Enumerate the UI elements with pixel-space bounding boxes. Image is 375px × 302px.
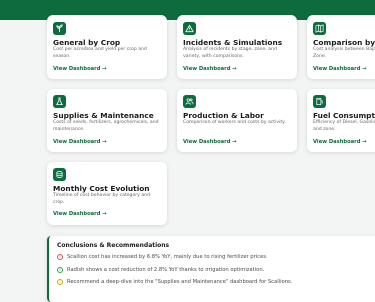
card-description: Costs of seeds, fertilizers, agrochemica… <box>53 120 159 132</box>
dashboard-card-supplies-maintenance[interactable]: Supplies & Maintenance Costs of seeds, f… <box>47 89 167 152</box>
conclusion-item: i Recommend a deep-dive into the "Suppli… <box>57 278 292 286</box>
card-description: Efficiency of Diesel, Gasoline and zone. <box>313 120 375 132</box>
conclusion-item: ✓ Radish shows a cost reduction of 2.8% … <box>57 266 264 274</box>
dashboard-card-incidents-simulations[interactable]: Incidents & Simulations Analysis of inci… <box>177 15 297 79</box>
card-description: Timeline of cost behavior by category an… <box>53 193 150 205</box>
card-title: General by Crop <box>53 38 121 47</box>
dashboard-card-fuel-consumption[interactable]: Fuel Consumptic Efficiency of Diesel, Ga… <box>307 89 375 152</box>
conclusions-title: Conclusions & Recommendations <box>57 242 170 249</box>
view-dashboard-link[interactable]: View Dashboard → <box>183 66 237 72</box>
coins-icon <box>53 168 66 181</box>
dashboard-card-production-labor[interactable]: Production & Labor Comparison of workers… <box>177 89 297 152</box>
view-dashboard-link[interactable]: View Dashboard → <box>313 139 367 145</box>
card-description: Cost per acre/box and yield per crop and… <box>53 47 147 59</box>
conclusions-panel: Conclusions & Recommendations ! Scallion… <box>47 236 375 302</box>
dashboard-card-general-by-crop[interactable]: General by Crop Cost per acre/box and yi… <box>47 15 167 79</box>
card-description: Cost analysis between Baja Zone. <box>313 47 375 59</box>
card-title: Incidents & Simulations <box>183 38 283 47</box>
conclusion-item: ! Scallion cost has increased by 6.8% Yo… <box>57 253 268 261</box>
map-icon <box>313 22 326 35</box>
view-dashboard-link[interactable]: View Dashboard → <box>313 66 367 72</box>
view-dashboard-link[interactable]: View Dashboard → <box>53 211 107 217</box>
view-dashboard-link[interactable]: View Dashboard → <box>183 139 237 145</box>
card-description: Comparison of workers and costs by activ… <box>183 120 286 125</box>
conclusion-text: Scallion cost has increased by 6.8% YoY,… <box>67 254 268 260</box>
dashboard-card-monthly-cost-evolution[interactable]: Monthly Cost Evolution Timeline of cost … <box>47 162 167 225</box>
users-icon <box>183 95 196 108</box>
dashboard-card-comparison-by-zone[interactable]: Comparison by Z Cost analysis between Ba… <box>307 15 375 79</box>
fuel-icon <box>313 95 326 108</box>
view-dashboard-link[interactable]: View Dashboard → <box>53 66 107 72</box>
card-title: Monthly Cost Evolution <box>53 184 150 193</box>
conclusion-text: Radish shows a cost reduction of 2.8% Yo… <box>67 267 265 273</box>
check-circle-icon: ✓ <box>57 267 63 273</box>
flask-icon <box>53 95 66 108</box>
view-dashboard-link[interactable]: View Dashboard → <box>53 139 107 145</box>
alert-circle-icon: ! <box>57 254 63 260</box>
sprout-icon <box>53 22 66 35</box>
card-title: Comparison by Z <box>313 38 375 47</box>
card-title: Production & Labor <box>183 111 264 120</box>
card-description: Analysis of incidents by stage, zone, an… <box>183 47 277 59</box>
card-title: Fuel Consumptic <box>313 111 375 120</box>
card-title: Supplies & Maintenance <box>53 111 154 120</box>
warning-icon <box>183 22 196 35</box>
info-circle-icon: i <box>57 279 63 285</box>
conclusion-text: Recommend a deep-dive into the "Supplies… <box>67 279 293 285</box>
